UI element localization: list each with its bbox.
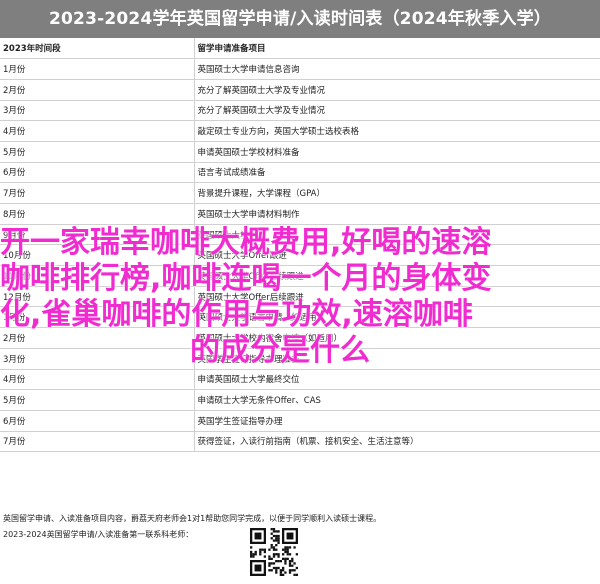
table-row: 7月份 获得签证，入读行前指南（机票、接机安全、生活注意等） — [0, 431, 600, 453]
row-item: 获得签证，入读行前指南（机票、接机安全、生活注意等） — [194, 431, 600, 453]
table-row: 3月份 充分了解英国硕士大学及专业情况 — [0, 100, 600, 122]
table-row: 7月份 背景提升课程，大学课程（GPA） — [0, 182, 600, 204]
overlay-line-1: 开一家瑞幸咖啡大概费用,好喝的速溶 — [0, 225, 492, 260]
row-period: 7月份 — [0, 431, 195, 453]
table-row: 5月份 申请英国硕士学校材料准备 — [0, 141, 600, 163]
row-item: 背景提升课程，大学课程（GPA） — [194, 182, 600, 204]
table-row: 6月份 英国学生签证指导办理 — [0, 410, 600, 432]
row-item: 申请硕士大学无条件Offer、CAS — [194, 389, 600, 411]
row-period: 4月份 — [0, 369, 195, 391]
overlay-line-2: 咖啡排行榜,咖啡连喝一个月的身体变 — [0, 261, 492, 296]
row-period: 4月份 — [0, 120, 195, 142]
table-row: 1月份 英国硕士大学申请信息咨询 — [0, 58, 600, 80]
qr-code-icon — [250, 528, 298, 576]
row-period: 3月份 — [0, 100, 195, 122]
row-item: 英国硕士大学申请信息咨询 — [194, 58, 600, 80]
row-item: 语言考试成绩准备 — [194, 162, 600, 184]
header-item: 留学申请准备项目 — [194, 38, 600, 60]
row-item: 敲定硕士专业方向，英国大学硕士选校表格 — [194, 120, 600, 142]
row-period: 5月份 — [0, 141, 195, 163]
table-row: 4月份 敲定硕士专业方向，英国大学硕士选校表格 — [0, 120, 600, 142]
table-row: 4月份 申请英国硕士大学最终交位 — [0, 369, 600, 391]
page: 2023-2024学年英国留学申请/入读时间表（2024年秋季入学） 2023年… — [0, 0, 600, 584]
overlay-watermark-text: 开一家瑞幸咖啡大概费用,好喝的速溶 咖啡排行榜,咖啡连喝一个月的身体变 化,雀巢… — [0, 225, 600, 369]
table-row: 5月份 申请硕士大学无条件Offer、CAS — [0, 389, 600, 411]
row-item: 充分了解英国硕士大学及专业情况 — [194, 79, 600, 101]
row-item: 充分了解英国硕士大学及专业情况 — [194, 100, 600, 122]
row-period: 6月份 — [0, 410, 195, 432]
table-row: 6月份 语言考试成绩准备 — [0, 162, 600, 184]
header-period: 2023年时间段 — [0, 38, 195, 60]
footer-note: 英国留学申请、入读准备项目内容，爵荔天府老师会1对1帮助您同学完成，以便于同学顺… — [3, 514, 382, 523]
row-period: 8月份 — [0, 203, 195, 225]
row-item: 英国硕士大学申请材料制作 — [194, 203, 600, 225]
row-period: 7月份 — [0, 182, 195, 204]
row-item: 英国学生签证指导办理 — [194, 410, 600, 432]
row-period: 5月份 — [0, 389, 195, 411]
table-row: 8月份 英国硕士大学申请材料制作 — [0, 203, 600, 225]
row-period: 2月份 — [0, 79, 195, 101]
page-title: 2023-2024学年英国留学申请/入读时间表（2024年秋季入学） — [0, 0, 600, 38]
row-period: 6月份 — [0, 162, 195, 184]
table-header-row: 2023年时间段 留学申请准备项目 — [0, 38, 600, 60]
row-item: 申请英国硕士大学最终交位 — [194, 369, 600, 391]
row-item: 申请英国硕士学校材料准备 — [194, 141, 600, 163]
row-period: 1月份 — [0, 58, 195, 80]
overlay-line-4: 的成分是什么 — [190, 333, 370, 368]
overlay-line-3: 化,雀巢咖啡的作用与功效,速溶咖啡 — [0, 297, 473, 332]
table-row: 2月份 充分了解英国硕士大学及专业情况 — [0, 79, 600, 101]
